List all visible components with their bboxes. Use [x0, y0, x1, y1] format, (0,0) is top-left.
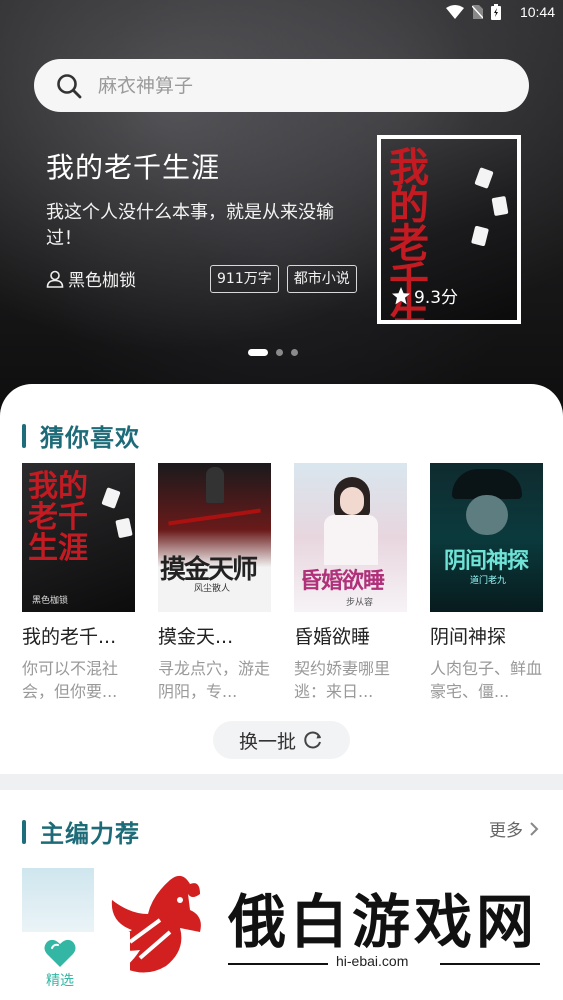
book-item[interactable]: 摸金天师 风尘散人 摸金天... 寻龙点穴，游走阴阳，专... [158, 463, 271, 703]
book-cover[interactable]: 摸金天师 风尘散人 [158, 463, 271, 612]
featured-description: 我这个人没什么本事，就是从来没输过！ [46, 202, 334, 249]
book-item[interactable]: 昏婚欲睡 步从容 昏婚欲睡 契约娇妻哪里逃：来日... [294, 463, 407, 703]
nav-label: 精选 [46, 973, 74, 989]
word-count-tag: 911万字 [210, 265, 279, 293]
book-cover[interactable]: 昏婚欲睡 步从容 [294, 463, 407, 612]
featured-title[interactable]: 我的老千生涯 [46, 146, 220, 186]
section-header: 主编力荐 [22, 814, 140, 849]
cover-author: 步从容 [346, 598, 374, 608]
carousel-dot [276, 349, 283, 356]
book-title[interactable]: 昏婚欲睡 [294, 622, 407, 649]
cover-author: 道门老九 [470, 576, 507, 586]
book-description: 寻龙点穴，游走阴阳，专... [158, 659, 271, 701]
carousel-dot [291, 349, 298, 356]
section-header: 猜你喜欢 [22, 418, 140, 453]
more-link[interactable]: 更多 [489, 816, 541, 841]
bottom-nav: 精选 [0, 932, 130, 1000]
featured-banner[interactable]: 10:44 我的老千生涯 我这个人没什么本事，就是从来没输过！ 黑色枷锁 911… [0, 0, 563, 420]
section-title: 猜你喜欢 [40, 424, 140, 452]
card-decoration [115, 517, 133, 539]
card-decoration [474, 167, 494, 189]
book-cover[interactable]: 阴间神探 道门老九 [430, 463, 543, 612]
wifi-icon [446, 5, 464, 19]
featured-author: 黑色枷锁 [46, 266, 136, 291]
chevron-right-icon [530, 821, 539, 836]
guess-section: 猜你喜欢 我的老千生涯 黑色枷锁 我的老千... 你可以不混社会，但你要... … [0, 384, 563, 774]
cover-art-title: 阴间神探 [444, 548, 529, 574]
genre-tag: 都市小说 [286, 265, 357, 293]
rating: 9.3分 [391, 283, 458, 308]
cover-author: 风尘散人 [194, 584, 231, 594]
book-description: 你可以不混社会，但你要... [22, 659, 119, 701]
user-icon [46, 270, 64, 288]
battery-icon [491, 4, 501, 20]
card-decoration [101, 487, 121, 509]
figure-silhouette [206, 467, 224, 503]
refresh-button[interactable]: 换一批 [213, 721, 350, 759]
sword-decoration [168, 508, 261, 526]
status-time: 10:44 [519, 4, 555, 20]
more-label: 更多 [489, 821, 523, 841]
nav-featured[interactable]: 精选 [44, 938, 76, 990]
book-description: 人肉包子、鲜血豪宅、僵... [430, 659, 543, 701]
heart-icon [44, 939, 76, 967]
search-input[interactable] [98, 74, 458, 97]
refresh-icon [304, 731, 321, 749]
status-bar: 10:44 [0, 0, 563, 26]
author-name: 黑色枷锁 [68, 271, 136, 291]
cover-art-title: 昏婚欲睡 [300, 568, 385, 594]
card-decoration [491, 195, 509, 217]
cover-art-title: 我的老千生涯 [28, 469, 88, 566]
book-grid: 我的老千生涯 黑色枷锁 我的老千... 你可以不混社会，但你要... 摸金天师 … [22, 463, 543, 703]
face-silhouette [466, 495, 508, 535]
featured-cover[interactable]: 我的老千生涯 9.3分 [377, 135, 521, 324]
search-icon [57, 73, 82, 98]
rating-value: 9.3分 [414, 288, 459, 308]
book-title[interactable]: 我的老千... [22, 622, 135, 649]
cover-author: 黑色枷锁 [32, 596, 69, 606]
book-cover[interactable]: 我的老千生涯 黑色枷锁 [22, 463, 135, 612]
status-icons [446, 4, 501, 20]
book-item[interactable]: 我的老千生涯 黑色枷锁 我的老千... 你可以不混社会，但你要... [22, 463, 135, 703]
refresh-label: 换一批 [238, 730, 296, 753]
card-decoration [471, 225, 489, 247]
section-title: 主编力荐 [40, 820, 140, 848]
no-sim-icon [472, 5, 483, 19]
book-title[interactable]: 阴间神探 [430, 622, 543, 649]
carousel-dot-active [248, 349, 268, 356]
book-item[interactable]: 阴间神探 道门老九 阴间神探 人肉包子、鲜血豪宅、僵... [430, 463, 543, 703]
book-description: 契约娇妻哪里逃：来日... [294, 659, 391, 701]
search-bar[interactable] [34, 59, 529, 112]
featured-tags: 911万字 都市小说 [210, 265, 357, 293]
carousel-indicator [248, 349, 298, 356]
star-icon [392, 286, 410, 304]
section-accent-bar [22, 423, 26, 448]
section-accent-bar [22, 819, 26, 844]
figure-body [324, 515, 378, 565]
book-title[interactable]: 摸金天... [158, 622, 271, 649]
figure-face [340, 487, 364, 515]
